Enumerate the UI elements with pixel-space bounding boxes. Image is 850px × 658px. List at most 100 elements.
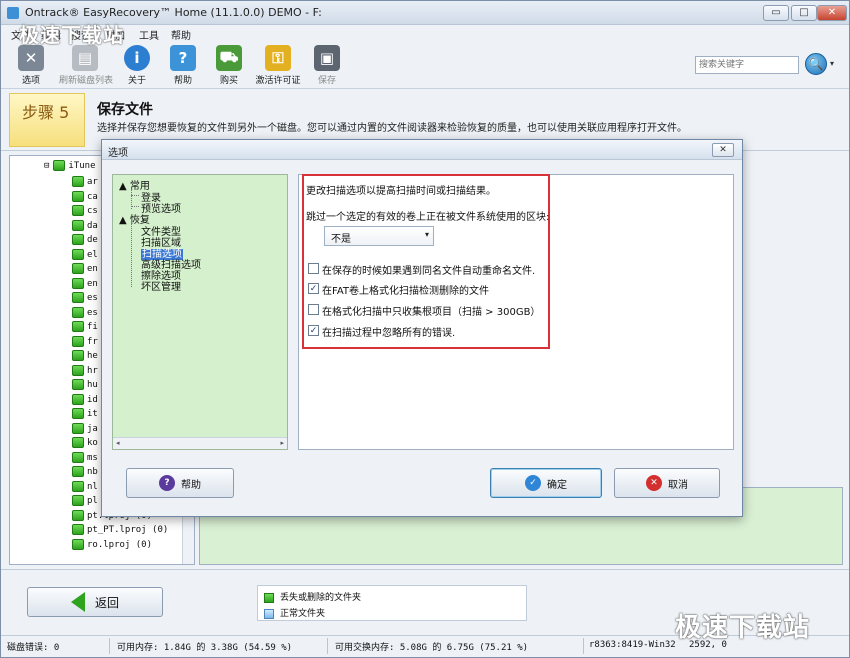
option-label-rename: 在保存的时候如果遇到同名文件自动重命名文件. (322, 266, 536, 277)
legend: 丢失或删除的文件夹 正常文件夹 (257, 585, 527, 621)
activate-license-label: 激活许可证 (255, 76, 301, 86)
tree-connector (131, 206, 139, 207)
folder-icon (72, 190, 84, 202)
info-icon: i (124, 45, 150, 71)
folder-item[interactable]: pt_PT.lproj (0) (72, 524, 168, 538)
folder-item[interactable]: ro.lproj (0) (72, 538, 152, 553)
skip-blocks-value: 不是 (331, 234, 351, 245)
dialog-close-button[interactable]: ✕ (712, 143, 734, 157)
activate-license-button[interactable]: ⚿ 激活许可证 (251, 45, 305, 87)
folder-item[interactable]: ms (72, 451, 98, 466)
save-button[interactable]: ▣ 保存 (305, 45, 349, 87)
folder-name: nl (87, 481, 98, 492)
folder-icon (72, 538, 84, 550)
folder-icon (72, 524, 84, 535)
folder-name: fi (87, 322, 98, 332)
options-tree[interactable]: ▲ 常用 登录 预览选项 ▲ 恢复 文件类型 扫描区域 扫描选项 高级扫描选项 … (112, 174, 288, 450)
folder-icon (72, 306, 84, 318)
folder-name: da (87, 220, 98, 231)
menu-help[interactable]: 帮助 (171, 27, 191, 42)
folder-item[interactable]: es (72, 292, 98, 306)
folder-name: pt_PT.lproj (0) (87, 525, 169, 535)
folder-item[interactable]: it (72, 408, 98, 422)
folder-item[interactable]: ca (72, 190, 98, 205)
folder-item[interactable]: pl (72, 495, 98, 509)
folder-item[interactable]: de (72, 234, 98, 248)
app-icon (7, 7, 19, 19)
help-button[interactable]: ? 帮助 (161, 45, 205, 87)
folder-name: fr (87, 336, 98, 347)
folder-name: es (87, 307, 98, 318)
search-input[interactable] (695, 56, 799, 74)
folder-icon (72, 364, 84, 376)
options-tree-scrollbar[interactable]: ◂ ▸ (113, 437, 287, 449)
folder-name: de (87, 235, 98, 245)
folder-name: it (87, 409, 98, 419)
back-button[interactable]: 返回 (27, 587, 163, 617)
tree-connector (131, 223, 132, 287)
menu-tools[interactable]: 工具 (139, 27, 159, 42)
folder-item[interactable]: fr (72, 335, 98, 350)
folder-item[interactable]: cs (72, 205, 98, 219)
about-button[interactable]: i 关于 (115, 45, 159, 87)
folder-icon (53, 160, 66, 171)
skip-blocks-select[interactable]: 不是 ▾ (324, 226, 434, 246)
option-checkbox-fat-deleted[interactable]: ✓ (308, 283, 319, 294)
folder-icon (72, 263, 84, 274)
option-checkbox-root-only[interactable] (308, 304, 319, 315)
step-description: 选择并保存您想要恢复的文件到另外一个磁盘。您可以通过内置的文件阅读器来检验恢复的… (97, 123, 687, 134)
scroll-right-icon[interactable]: ▸ (280, 439, 284, 447)
tree-item-bad-sectors[interactable]: 坏区管理 (141, 278, 181, 293)
minimize-button[interactable]: ▭ (763, 5, 789, 21)
folder-name: ca (87, 191, 98, 202)
search-icon[interactable]: 🔍 (805, 53, 827, 75)
folder-name: ja (87, 423, 98, 434)
folder-item[interactable]: da (72, 219, 98, 234)
folder-icon (72, 466, 84, 477)
folder-item[interactable]: nb (72, 466, 98, 480)
folder-icon (72, 248, 84, 260)
folder-item[interactable]: fi (72, 321, 98, 335)
status-separator (583, 638, 584, 654)
folder-item[interactable]: es (72, 306, 98, 321)
folder-item[interactable]: el (72, 248, 98, 263)
dialog-help-button[interactable]: ? 帮助 (126, 468, 234, 498)
options-button[interactable]: ✕ 选项 (9, 45, 53, 87)
chevron-down-icon: ▾ (424, 230, 429, 239)
folder-icon (72, 277, 84, 289)
option-checkbox-ignore-errors[interactable]: ✓ (308, 325, 319, 336)
close-button[interactable]: ✕ (817, 5, 847, 21)
option-checkbox-rename[interactable] (308, 263, 319, 274)
about-label: 关于 (127, 76, 146, 86)
folder-icon (72, 350, 84, 361)
back-arrow-icon (70, 592, 85, 612)
folder-item[interactable]: he (72, 350, 98, 364)
step-number: 步骤 5 (22, 103, 70, 122)
dialog-cancel-button[interactable]: ✕ 取消 (614, 468, 720, 498)
buy-button[interactable]: ⛟ 购买 (207, 45, 251, 87)
folder-item[interactable]: id (72, 393, 98, 408)
folder-name: he (87, 351, 98, 361)
folder-name: en (87, 264, 98, 274)
folder-item[interactable]: ja (72, 422, 98, 437)
folder-item[interactable]: ar (72, 176, 98, 190)
folder-item[interactable]: en (72, 263, 98, 277)
folder-item[interactable]: ko (72, 437, 98, 451)
tree-root[interactable]: ⊟ iTune (44, 160, 96, 174)
tree-connector (131, 195, 139, 196)
search-options-chevron-icon[interactable]: ▾ (830, 59, 834, 68)
folder-item[interactable]: hu (72, 379, 98, 393)
scroll-left-icon[interactable]: ◂ (116, 439, 120, 447)
folder-item[interactable]: en (72, 277, 98, 292)
folder-icon (72, 408, 84, 419)
dialog-ok-button[interactable]: ✓ 确定 (490, 468, 602, 498)
folder-icon (72, 451, 84, 463)
folder-item[interactable]: hr (72, 364, 98, 379)
save-label: 保存 (317, 76, 336, 86)
folder-icon (72, 219, 84, 231)
refresh-disks-button[interactable]: ▤ 刷新磁盘列表 (59, 45, 113, 87)
settings-heading: 更改扫描选项以提高扫描时间或扫描结果。 (306, 186, 496, 197)
maximize-button[interactable]: □ (791, 5, 817, 21)
folder-name: es (87, 293, 98, 303)
folder-item[interactable]: nl (72, 480, 98, 495)
